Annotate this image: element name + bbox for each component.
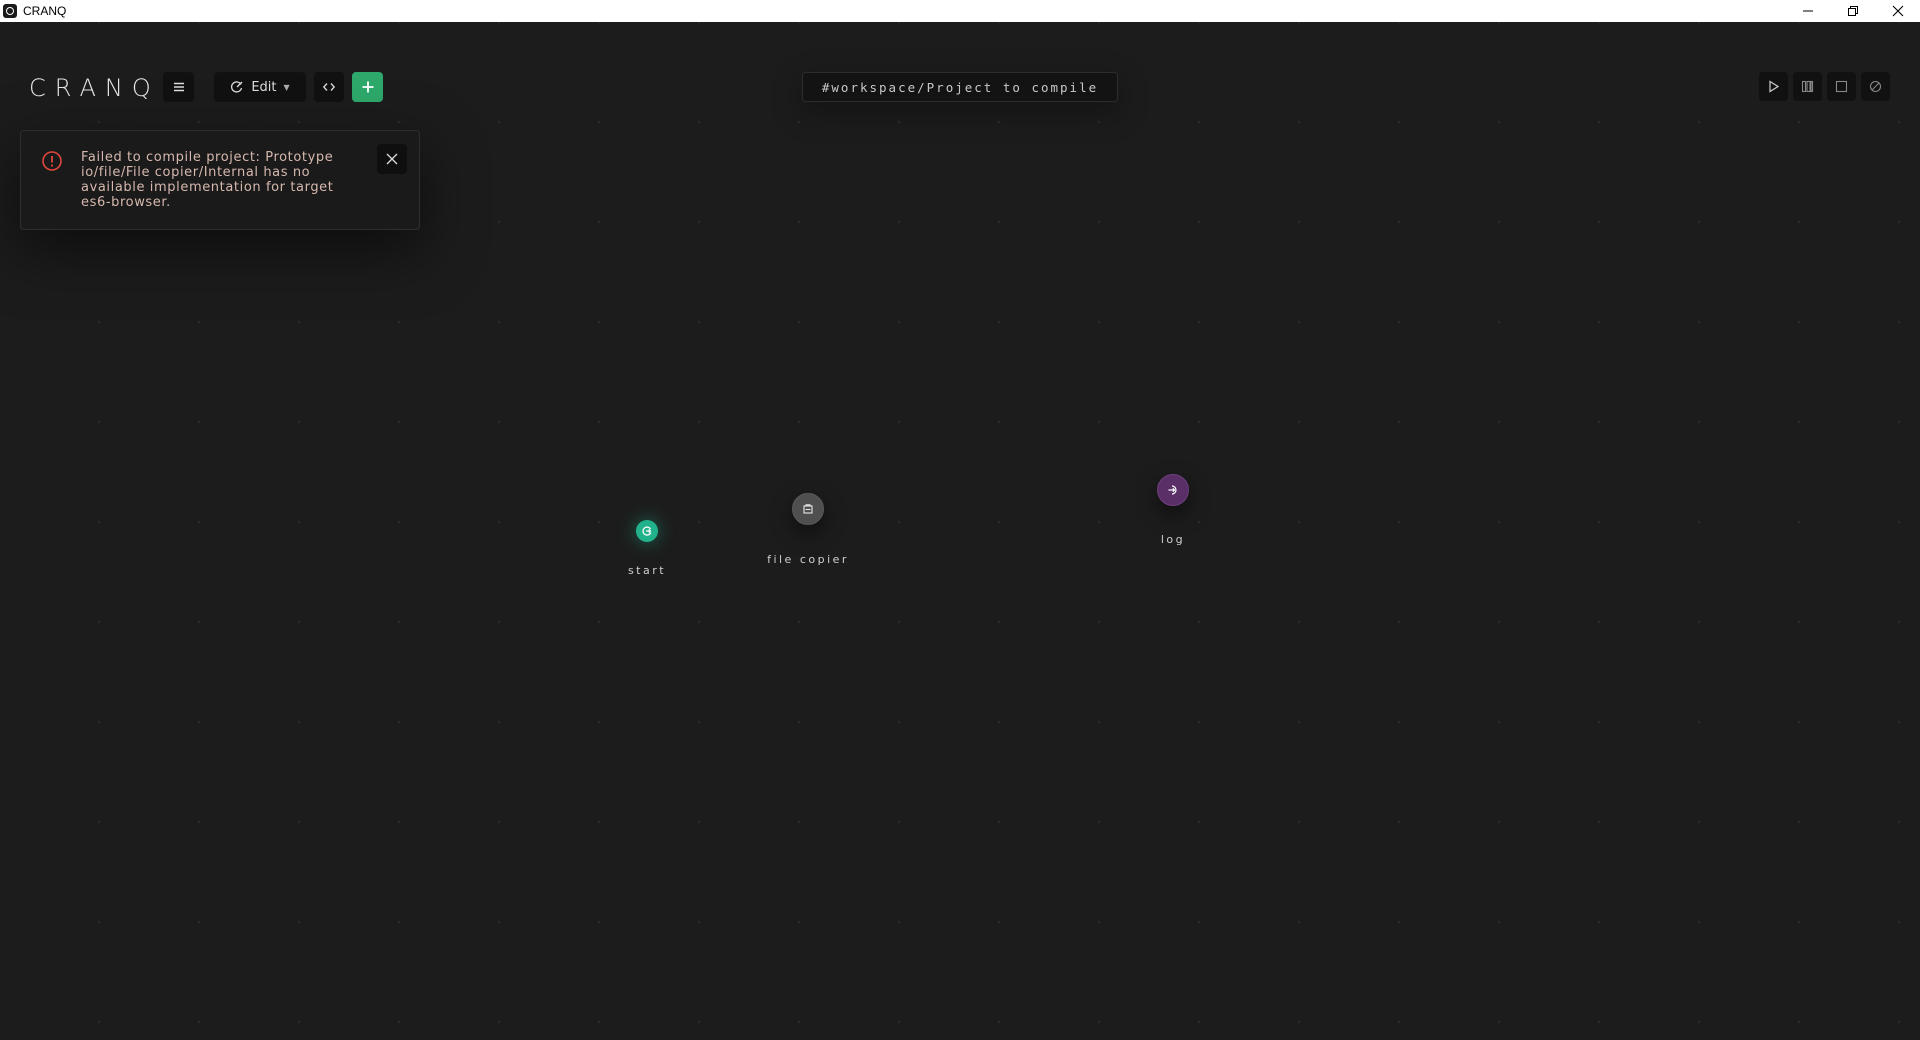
toast-close-button[interactable] <box>377 144 407 174</box>
minimize-icon <box>1802 10 1813 12</box>
main-menu-button[interactable] <box>163 72 194 102</box>
code-icon <box>322 83 336 91</box>
stop-icon <box>1835 80 1848 93</box>
node-label: start <box>627 564 667 577</box>
node-label: log <box>1160 533 1186 546</box>
stop-button[interactable] <box>1827 72 1856 101</box>
log-node-circle[interactable] <box>1157 474 1189 506</box>
close-icon <box>1892 5 1903 17</box>
start-node-circle[interactable] <box>636 520 658 542</box>
start-icon <box>642 526 652 536</box>
cranq-logo: CRANQ <box>29 74 160 102</box>
minimize-button[interactable] <box>1785 0 1830 22</box>
close-icon <box>386 153 398 165</box>
plus-icon <box>362 81 373 93</box>
mode-dropdown[interactable]: Edit ▼ <box>214 72 306 102</box>
node-file-copier[interactable]: file copier <box>767 493 846 566</box>
pause-icon <box>1801 80 1814 93</box>
code-view-button[interactable] <box>314 72 344 102</box>
node-label: file copier <box>767 553 849 566</box>
chevron-down-icon: ▼ <box>283 82 290 92</box>
folder-icon <box>803 504 813 514</box>
mode-label: Edit <box>251 79 277 95</box>
pause-button[interactable] <box>1793 72 1822 101</box>
node-start[interactable]: start <box>628 520 664 577</box>
app-logo-icon <box>3 4 17 18</box>
project-path-field[interactable]: #workspace/Project to compile <box>802 72 1118 102</box>
close-window-button[interactable] <box>1875 0 1920 22</box>
window-title: CRANQ <box>23 4 67 18</box>
restore-button[interactable] <box>1830 0 1875 22</box>
window-titlebar: CRANQ <box>0 0 1920 22</box>
graph-canvas[interactable]: CRANQ Edit ▼ #workspace/Project to compi… <box>0 22 1920 1040</box>
node-log[interactable]: log <box>1157 474 1189 546</box>
restore-icon <box>1847 6 1858 16</box>
error-toast: Failed to compile project: Prototype io/… <box>20 130 420 230</box>
error-message: Failed to compile project: Prototype io/… <box>81 150 334 210</box>
hamburger-menu-icon <box>173 82 184 92</box>
play-icon <box>1769 80 1780 93</box>
file-copier-node-circle[interactable] <box>792 493 824 525</box>
run-button[interactable] <box>1759 72 1788 101</box>
edit-mode-icon <box>231 81 243 93</box>
add-node-button[interactable] <box>352 72 383 102</box>
error-icon <box>42 151 62 171</box>
clear-button[interactable] <box>1861 72 1890 101</box>
cancel-icon <box>1869 80 1882 93</box>
log-input-icon <box>1168 485 1177 495</box>
